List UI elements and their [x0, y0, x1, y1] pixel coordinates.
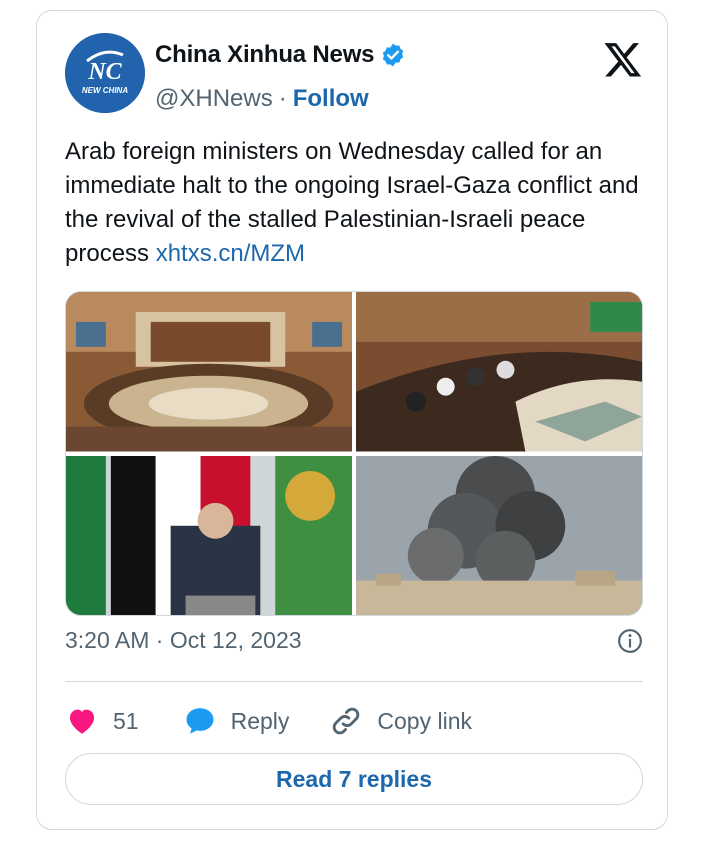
copy-link-button[interactable]: Copy link	[329, 704, 472, 738]
tweet-text: Arab foreign ministers on Wednesday call…	[65, 135, 645, 271]
media-photo-speaker[interactable]	[66, 455, 352, 615]
x-logo-icon[interactable]	[603, 39, 643, 79]
avatar-logo-text: NC	[87, 59, 122, 85]
display-name[interactable]: China Xinhua News	[155, 41, 375, 69]
tweet-body: Arab foreign ministers on Wednesday call…	[65, 138, 639, 267]
tweet-link[interactable]: xhtxs.cn/MZM	[156, 240, 305, 267]
media-photo-meeting-hall[interactable]	[66, 292, 352, 452]
media-photo-delegates[interactable]	[356, 292, 642, 452]
follow-button[interactable]: Follow	[293, 85, 369, 113]
heart-icon	[69, 709, 95, 734]
like-button[interactable]: 51	[65, 704, 139, 738]
media-grid[interactable]	[65, 291, 643, 616]
tweet-timestamp[interactable]: 3:20 AM · Oct 12, 2023	[65, 627, 302, 654]
media-photo-smoke[interactable]	[356, 455, 642, 615]
copy-link-label: Copy link	[377, 707, 473, 734]
speech-bubble-icon	[186, 708, 214, 734]
reply-button[interactable]: Reply	[183, 704, 290, 738]
link-icon	[333, 707, 360, 735]
avatar-caption: NEW CHINA	[82, 86, 128, 95]
info-icon[interactable]	[617, 628, 643, 654]
handle-separator: ·	[278, 85, 287, 112]
account-handle[interactable]: @XHNews	[155, 85, 273, 113]
avatar[interactable]: NC NEW CHINA	[65, 33, 145, 113]
verified-badge-icon	[380, 42, 406, 68]
like-count: 51	[113, 707, 139, 734]
divider	[65, 681, 643, 682]
tweet-embed-card: NC NEW CHINA China Xinhua News @XHNews ·…	[36, 10, 668, 830]
reply-label: Reply	[230, 707, 290, 734]
read-replies-button[interactable]: Read 7 replies	[65, 753, 643, 805]
